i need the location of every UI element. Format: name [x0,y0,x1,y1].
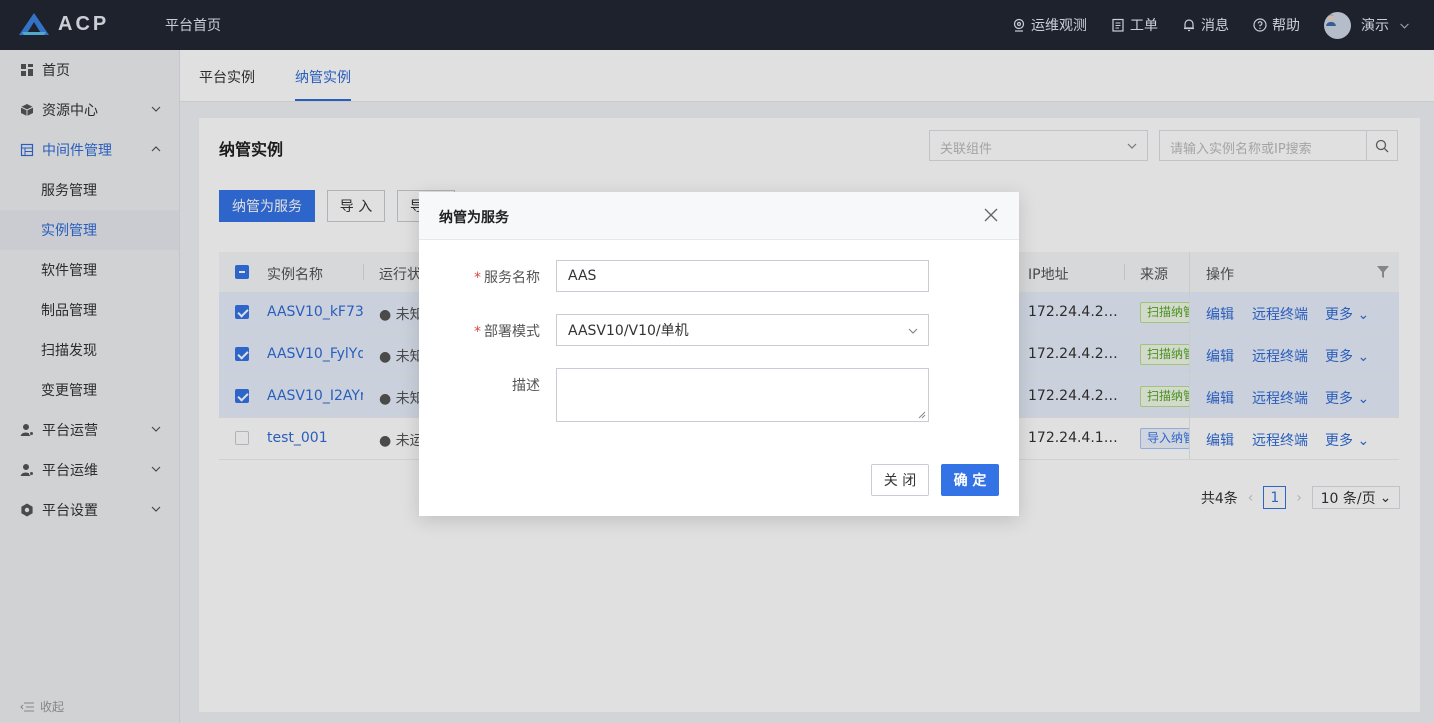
close-icon[interactable] [983,207,999,223]
dialog-header: 纳管为服务 [419,192,1019,240]
description-label: 描述 [512,378,540,394]
required-mark: * [474,270,481,286]
service-name-value: AAS [568,268,597,284]
dialog-title: 纳管为服务 [439,210,509,226]
confirm-button[interactable]: 确 定 [941,464,999,496]
deploy-mode-label: * 部署模式 [419,321,540,341]
resize-handle-icon[interactable] [918,411,926,419]
manage-service-dialog: 纳管为服务 * 服务名称 AAS * 部署模式 AASV10/V10/单机 描述 关… [419,192,1019,516]
close-button[interactable]: 关 闭 [871,464,929,496]
description-textarea[interactable] [556,368,929,422]
service-name-label: * 服务名称 [419,267,540,287]
service-name-field[interactable]: AAS [556,260,929,292]
deploy-mode-label-text: 部署模式 [484,324,540,340]
deploy-mode-select[interactable]: AASV10/V10/单机 [556,314,929,346]
required-mark: * [474,324,481,340]
deploy-mode-value: AASV10/V10/单机 [568,323,689,339]
chevron-down-icon [908,328,918,334]
service-name-label-text: 服务名称 [484,270,540,286]
